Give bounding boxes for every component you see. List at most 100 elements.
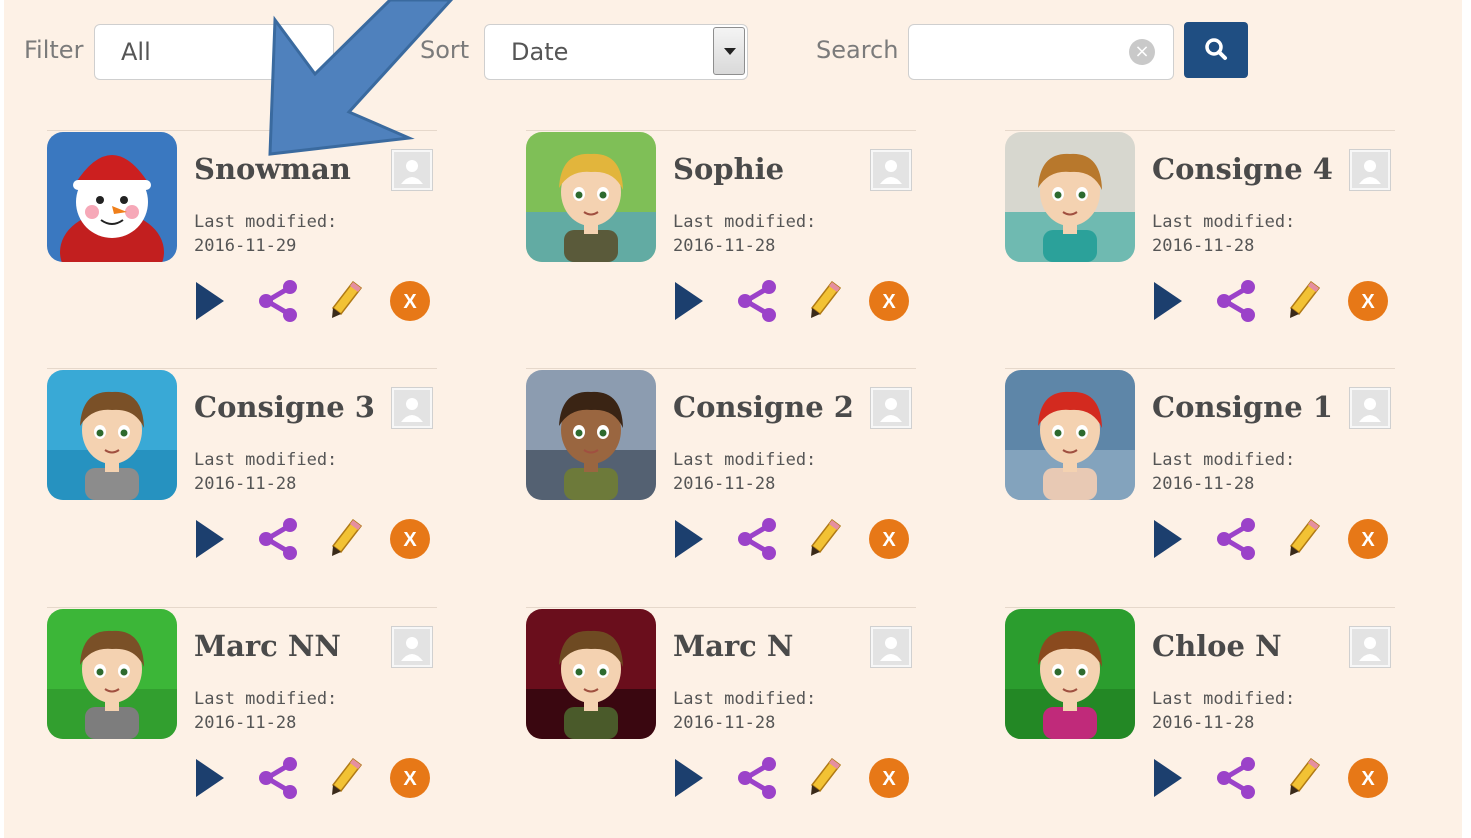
character-card[interactable]: Consigne 3 Last modified: 2016-11-28 X (47, 368, 437, 593)
share-button[interactable] (1213, 278, 1259, 324)
edit-button[interactable] (808, 278, 842, 324)
edit-button[interactable] (1287, 516, 1321, 562)
character-card[interactable]: Chloe N Last modified: 2016-11-28 X (1005, 607, 1395, 832)
share-icon (255, 280, 301, 328)
character-card[interactable]: Marc N Last modified: 2016-11-28 X (526, 607, 916, 832)
play-button[interactable] (194, 278, 226, 324)
card-divider (47, 368, 437, 369)
pencil-icon (1287, 280, 1321, 328)
user-placeholder-icon (1350, 627, 1390, 667)
delete-glyph: X (882, 768, 896, 790)
edit-button[interactable] (808, 516, 842, 562)
share-icon (734, 518, 780, 566)
avatar[interactable] (47, 609, 177, 739)
delete-button[interactable]: X (1347, 755, 1389, 801)
edit-button[interactable] (329, 278, 363, 324)
share-button[interactable] (734, 755, 780, 801)
card-title[interactable]: Consigne 3 (194, 390, 375, 424)
edit-button[interactable] (1287, 278, 1321, 324)
character-card[interactable]: Snowman Last modified: 2016-11-29 X (47, 130, 437, 355)
delete-glyph: X (403, 768, 417, 790)
play-icon (673, 520, 705, 566)
pencil-icon (1287, 518, 1321, 566)
delete-button[interactable]: X (1347, 278, 1389, 324)
last-modified-date: 2016-11-28 (194, 713, 297, 733)
share-button[interactable] (1213, 516, 1259, 562)
play-button[interactable] (673, 516, 705, 562)
pencil-icon (1287, 757, 1321, 805)
pencil-icon (808, 280, 842, 328)
avatar[interactable] (47, 370, 177, 500)
last-modified-date: 2016-11-28 (1152, 236, 1255, 256)
character-list-page: Filter All Sort Date Search × Snowman La… (4, 0, 1462, 838)
share-button[interactable] (734, 516, 780, 562)
play-button[interactable] (194, 755, 226, 801)
play-button[interactable] (673, 755, 705, 801)
card-title[interactable]: Chloe N (1152, 629, 1282, 663)
delete-button[interactable]: X (389, 755, 431, 801)
delete-button[interactable]: X (1347, 516, 1389, 562)
play-button[interactable] (1152, 278, 1184, 324)
share-button[interactable] (255, 516, 301, 562)
last-modified-date: 2016-11-28 (673, 713, 776, 733)
share-button[interactable] (734, 278, 780, 324)
edit-button[interactable] (1287, 755, 1321, 801)
last-modified-label: Last modified: (1152, 212, 1296, 232)
card-divider (1005, 368, 1395, 369)
play-button[interactable] (194, 516, 226, 562)
delete-button[interactable]: X (868, 516, 910, 562)
card-divider (47, 607, 437, 608)
share-icon (1213, 280, 1259, 328)
avatar[interactable] (1005, 370, 1135, 500)
avatar[interactable] (1005, 609, 1135, 739)
delete-icon: X (869, 519, 909, 559)
avatar[interactable] (526, 609, 656, 739)
share-button[interactable] (255, 755, 301, 801)
last-modified-label: Last modified: (673, 212, 817, 232)
user-placeholder-icon (392, 627, 432, 667)
play-button[interactable] (1152, 516, 1184, 562)
character-card[interactable]: Consigne 2 Last modified: 2016-11-28 X (526, 368, 916, 593)
user-placeholder-icon (392, 388, 432, 428)
pencil-icon (329, 280, 363, 328)
delete-icon: X (869, 758, 909, 798)
delete-button[interactable]: X (868, 755, 910, 801)
last-modified-label: Last modified: (1152, 689, 1296, 709)
edit-button[interactable] (808, 755, 842, 801)
play-icon (673, 282, 705, 328)
last-modified-label: Last modified: (194, 450, 338, 470)
play-icon (194, 282, 226, 328)
last-modified-label: Last modified: (673, 450, 817, 470)
edit-button[interactable] (329, 755, 363, 801)
pencil-icon (808, 518, 842, 566)
play-icon (1152, 759, 1184, 805)
avatar[interactable] (526, 370, 656, 500)
annotation-arrow (268, 0, 454, 156)
character-card[interactable]: Consigne 4 Last modified: 2016-11-28 X (1005, 130, 1395, 355)
card-divider (1005, 607, 1395, 608)
delete-button[interactable]: X (868, 278, 910, 324)
last-modified-label: Last modified: (194, 212, 338, 232)
card-title[interactable]: Marc NN (194, 629, 341, 663)
play-icon (673, 759, 705, 805)
edit-button[interactable] (329, 516, 363, 562)
card-title[interactable]: Marc N (673, 629, 793, 663)
character-card[interactable]: Consigne 1 Last modified: 2016-11-28 X (1005, 368, 1395, 593)
play-button[interactable] (1152, 755, 1184, 801)
share-icon (1213, 757, 1259, 805)
delete-icon: X (869, 281, 909, 321)
play-icon (194, 759, 226, 805)
delete-glyph: X (1361, 768, 1375, 790)
share-button[interactable] (255, 278, 301, 324)
delete-button[interactable]: X (389, 278, 431, 324)
last-modified-label: Last modified: (194, 689, 338, 709)
share-button[interactable] (1213, 755, 1259, 801)
character-card[interactable]: Sophie Last modified: 2016-11-28 X (526, 130, 916, 355)
card-title[interactable]: Consigne 2 (673, 390, 854, 424)
user-placeholder-icon (871, 627, 911, 667)
play-button[interactable] (673, 278, 705, 324)
delete-button[interactable]: X (389, 516, 431, 562)
last-modified-date: 2016-11-28 (673, 236, 776, 256)
character-card[interactable]: Marc NN Last modified: 2016-11-28 X (47, 607, 437, 832)
card-title[interactable]: Consigne 1 (1152, 390, 1333, 424)
